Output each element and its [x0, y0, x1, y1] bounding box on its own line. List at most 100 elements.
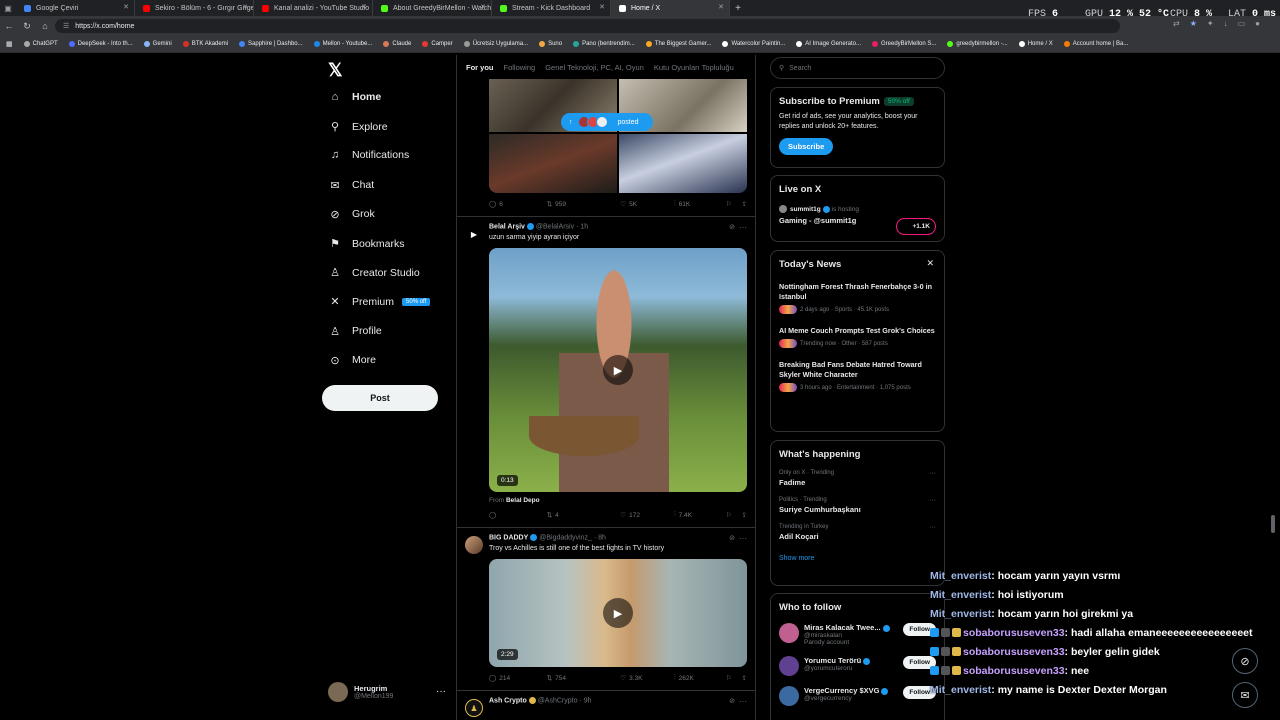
home-browser-icon[interactable]: ⌂	[36, 21, 54, 31]
reply-button[interactable]: ◯	[489, 511, 547, 519]
more-icon[interactable]: ···	[739, 534, 747, 543]
post[interactable]: ♟ Ash Crypto @AshCrypto · 9h ⊘ ···	[457, 691, 755, 720]
bookmark-item[interactable]: DeepSeek - Into th...	[68, 41, 133, 47]
post-video[interactable]: ▶ 2:29	[489, 559, 747, 667]
like-button[interactable]: ♡ 172	[620, 511, 674, 520]
post-image[interactable]	[489, 134, 617, 193]
bookmark-item[interactable]: Sapphire | Dashbo...	[239, 41, 303, 47]
avatar[interactable]	[779, 656, 799, 676]
browser-tab[interactable]: Stream - Kick Dashboard ✕	[492, 0, 611, 16]
views-button[interactable]: ⫶ 262K	[674, 674, 724, 682]
bookmark-item[interactable]: BTK Akademi	[182, 41, 228, 47]
views-button[interactable]: ⫶ 7.4K	[674, 511, 724, 519]
close-tab-icon[interactable]: ✕	[242, 3, 248, 11]
grok-icon[interactable]: ⊘	[729, 534, 735, 542]
bookmark-item[interactable]: Claude	[383, 41, 411, 47]
author-handle[interactable]: @AshCrypto	[538, 697, 578, 704]
nav-item-notifications[interactable]: ♫ Notifications	[328, 149, 409, 161]
reply-button[interactable]: ◯ 214	[489, 674, 547, 683]
post[interactable]: ▶ Belal Arşiv @BelalArsiv · 1h ⊘ ··· uzu…	[457, 217, 755, 528]
post-video[interactable]: ▶ 0:13	[489, 248, 747, 492]
feed-tab[interactable]: For you	[465, 63, 495, 72]
bookmark-item[interactable]: Home / X	[1018, 41, 1053, 47]
download-icon[interactable]: ↓	[1224, 19, 1228, 28]
nav-item-chat[interactable]: ✉ Chat	[328, 179, 374, 192]
play-icon[interactable]: ▶	[603, 355, 633, 385]
avatar[interactable]: ♟	[465, 699, 483, 717]
browser-tab[interactable]: Kanal analizi - YouTube Studio ✕	[254, 0, 373, 16]
reload-icon[interactable]: ↻	[18, 21, 36, 32]
new-tab-button[interactable]: +	[730, 3, 746, 14]
avatar[interactable]	[779, 623, 799, 643]
profile-avatar-icon[interactable]: ●	[1255, 19, 1260, 28]
trend-item[interactable]: Trending in Turkey Adil Koçari ···	[779, 524, 936, 541]
bookmark-item[interactable]: Mellon - Youtube...	[313, 41, 372, 47]
show-more-link[interactable]: Show more	[779, 555, 936, 562]
nav-item-home[interactable]: ⌂ Home	[328, 91, 382, 103]
follow-suggestion[interactable]: Miras Kalacak Twee... @miraskalan Parody a…	[779, 623, 936, 646]
star-icon[interactable]: ★	[1190, 19, 1197, 28]
follow-suggestion[interactable]: VergeCurrency $XVG @vergecurrency Follow	[779, 686, 936, 706]
like-button[interactable]: ♡ 5K	[620, 200, 674, 209]
avatar[interactable]	[779, 686, 799, 706]
close-tab-icon[interactable]: ✕	[361, 3, 367, 11]
bookmark-icon[interactable]: ⚐	[726, 674, 732, 682]
bookmark-item[interactable]: ChatGPT	[23, 41, 58, 47]
avatar[interactable]	[465, 536, 483, 554]
url-field[interactable]: ☰ https://x.com/home	[55, 19, 1120, 33]
search-input[interactable]: ⚲ Search	[770, 57, 945, 79]
bookmark-item[interactable]: Ücretsiz Uygulama...	[463, 41, 528, 47]
post-time[interactable]: · 1h	[576, 223, 588, 230]
post-time[interactable]: · 8h	[594, 534, 606, 541]
extension-icon[interactable]: ✦	[1207, 19, 1214, 28]
account-switcher[interactable]: Herugrim @Mellon199 ···	[328, 682, 446, 702]
bookmark-icon[interactable]: ⚐	[726, 511, 732, 519]
bookmark-item[interactable]: Camper	[422, 41, 453, 47]
site-info-icon[interactable]: ☰	[63, 22, 69, 30]
scrollbar[interactable]	[1271, 515, 1275, 533]
browser-tab[interactable]: Sekiro - Bölüm - 6 - Gırgır Gırge - YouT…	[135, 0, 254, 16]
repost-button[interactable]: ⇅ 754	[547, 674, 621, 683]
bookmark-item[interactable]: Account home | Ba...	[1063, 41, 1128, 47]
follow-suggestion[interactable]: Yorumcu Terörü @yorumcuteroru Follow	[779, 656, 936, 676]
trend-item[interactable]: Only on X · Trending Fadime ···	[779, 470, 936, 487]
nav-item-creator-studio[interactable]: ♙ Creator Studio	[328, 266, 420, 280]
more-icon[interactable]: ···	[739, 223, 747, 232]
sidebar-icon[interactable]: ▭	[1238, 19, 1246, 28]
more-icon[interactable]: ···	[929, 497, 936, 504]
new-posts-pill[interactable]: ↑ posted	[561, 113, 653, 131]
nav-item-grok[interactable]: ⊘ Grok	[328, 208, 374, 221]
bookmark-item[interactable]: Suno	[539, 41, 562, 47]
play-icon[interactable]: ▶	[603, 598, 633, 628]
bookmark-item[interactable]: The Biggest Gamer...	[645, 41, 711, 47]
x-logo-icon[interactable]: 𝕏	[328, 60, 343, 81]
browser-tab[interactable]: Home / X ✕	[611, 0, 730, 16]
bookmark-item[interactable]: AI Image Generato...	[796, 41, 861, 47]
feed-tab[interactable]: Following	[503, 63, 537, 72]
more-icon[interactable]: ···	[436, 686, 446, 697]
post-image-grid[interactable]	[489, 73, 747, 193]
nav-item-profile[interactable]: ♙ Profile	[328, 325, 382, 338]
post-image[interactable]	[619, 134, 747, 193]
translate-icon[interactable]: ⇄	[1173, 19, 1180, 28]
browser-tab[interactable]: About GreedyBirMellon - Watch Live✕	[373, 0, 492, 16]
feed-tab[interactable]: Genel Teknoloji, PC, AI, Oyun	[544, 63, 645, 72]
grok-icon[interactable]: ⊘	[729, 223, 735, 231]
grok-icon[interactable]: ⊘	[729, 697, 735, 705]
more-icon[interactable]: ···	[929, 470, 936, 477]
source-name[interactable]: Belal Depo	[506, 497, 540, 504]
post-button[interactable]: Post	[322, 385, 438, 411]
author-handle[interactable]: @BelalArsiv	[536, 223, 574, 230]
news-item[interactable]: Nottingham Forest Thrash Fenerbahçe 3-0 …	[779, 282, 936, 314]
close-tab-icon[interactable]: ✕	[123, 3, 129, 11]
bookmark-item[interactable]: greedybirmellon -...	[947, 41, 1008, 47]
reply-button[interactable]: ◯ 6	[489, 200, 547, 209]
more-icon[interactable]: ···	[739, 697, 747, 706]
live-viewers-badge[interactable]: +1.1K	[896, 218, 936, 235]
live-card[interactable]: Live on X summit1g is hosting Gaming - @…	[770, 175, 945, 242]
close-icon[interactable]: ✕	[926, 258, 934, 269]
share-icon[interactable]: ⇪	[742, 674, 747, 682]
avatar[interactable]: ▶	[465, 225, 483, 243]
repost-button[interactable]: ⇅ 4	[547, 511, 621, 520]
share-icon[interactable]: ⇪	[742, 511, 747, 519]
